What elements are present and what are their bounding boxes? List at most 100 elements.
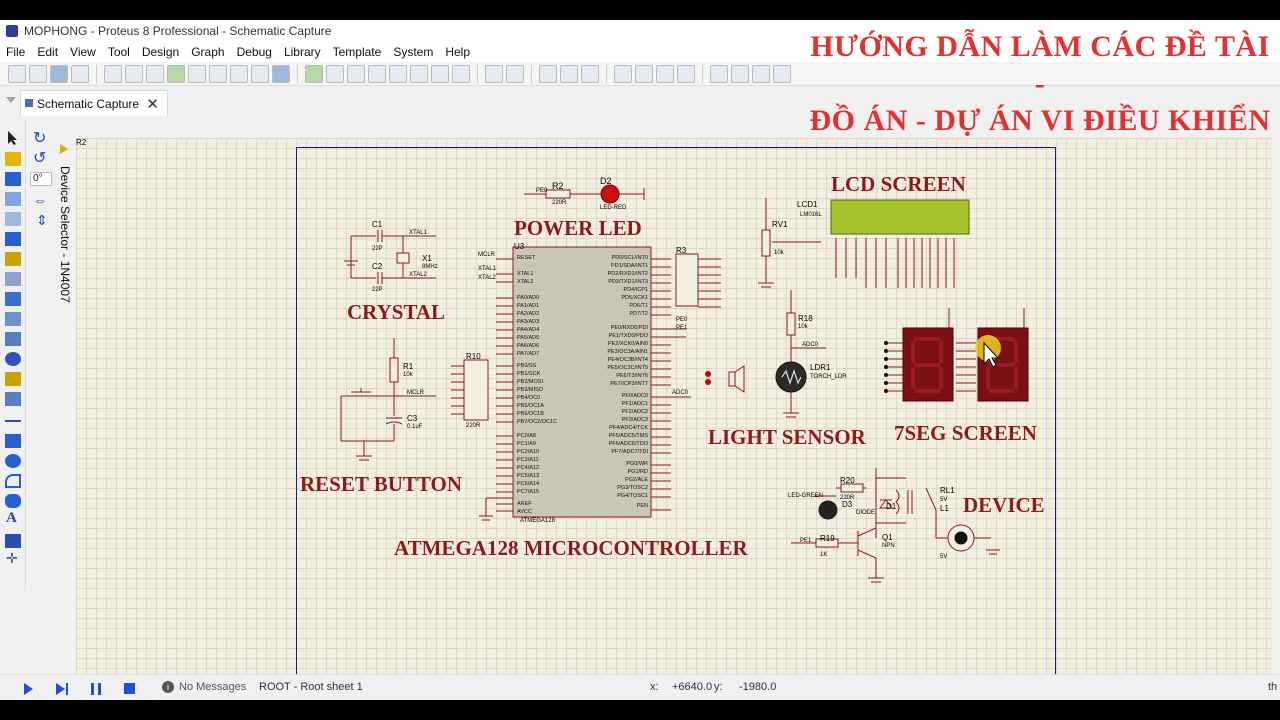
label-7seg: 7SEG SCREEN bbox=[894, 421, 1037, 445]
component-mode-icon[interactable] bbox=[5, 152, 21, 166]
mcu-pin: PD4/ICP1 bbox=[623, 287, 648, 293]
mcu-pin: PC1/A9 bbox=[517, 441, 536, 447]
rotate-anticlockwise-icon[interactable]: ↺ bbox=[33, 148, 46, 168]
selection-mode-icon[interactable] bbox=[5, 130, 21, 146]
menu-library[interactable]: Library bbox=[278, 45, 327, 59]
zoom-out-icon[interactable] bbox=[410, 64, 428, 83]
tape-recorder-icon[interactable] bbox=[5, 332, 21, 346]
undo-icon[interactable] bbox=[485, 64, 503, 83]
home-icon[interactable] bbox=[104, 64, 122, 83]
paste-icon[interactable] bbox=[581, 64, 599, 83]
refresh-icon[interactable] bbox=[305, 64, 323, 83]
block-rotate-icon[interactable] bbox=[656, 64, 674, 83]
u3-ref: U3 bbox=[514, 242, 525, 251]
device-selector-panel[interactable]: Device Selector - 1N4007 bbox=[56, 138, 76, 698]
save-icon[interactable] bbox=[50, 64, 68, 83]
box-tool-icon[interactable] bbox=[5, 434, 21, 448]
menu-design[interactable]: Design bbox=[136, 45, 185, 59]
pause-simulation-icon[interactable] bbox=[91, 683, 101, 695]
pan-icon[interactable] bbox=[368, 64, 386, 83]
packaging-icon[interactable] bbox=[752, 64, 770, 83]
rotation-angle-field[interactable]: 0° bbox=[30, 172, 52, 186]
pcb-icon[interactable] bbox=[146, 64, 164, 83]
pick-device-icon[interactable] bbox=[710, 64, 728, 83]
mcu-pin: PF7/ADC7/TDI bbox=[611, 449, 648, 455]
block-delete-icon[interactable] bbox=[677, 64, 695, 83]
toolbar-divider bbox=[606, 64, 607, 83]
3d-view-icon[interactable] bbox=[188, 64, 206, 83]
arc-tool-icon[interactable] bbox=[5, 474, 21, 488]
bom-icon[interactable] bbox=[209, 64, 227, 83]
buses-icon[interactable] bbox=[5, 232, 21, 246]
play-simulation-icon[interactable] bbox=[24, 683, 33, 695]
menu-tool[interactable]: Tool bbox=[102, 45, 136, 59]
schematic-icon[interactable] bbox=[125, 64, 143, 83]
menu-graph[interactable]: Graph bbox=[185, 45, 230, 59]
device-pins-icon[interactable] bbox=[5, 292, 21, 306]
generator-icon[interactable] bbox=[5, 352, 21, 366]
graph-mode-icon[interactable] bbox=[5, 312, 21, 326]
help-icon[interactable] bbox=[272, 64, 290, 83]
mcu-pin: PA5/AD5 bbox=[517, 335, 540, 341]
make-device-icon[interactable] bbox=[731, 64, 749, 83]
import-icon[interactable] bbox=[71, 64, 89, 83]
block-move-icon[interactable] bbox=[635, 64, 653, 83]
menu-edit[interactable]: Edit bbox=[31, 45, 64, 59]
messages-status[interactable]: No Messages bbox=[179, 681, 246, 693]
design-notes-icon[interactable] bbox=[251, 64, 269, 83]
mcu-pin: PE6/T3/INT6 bbox=[616, 373, 648, 379]
menu-template[interactable]: Template bbox=[327, 45, 388, 59]
open-folder-icon[interactable] bbox=[29, 64, 47, 83]
symbol-tool-icon[interactable] bbox=[5, 534, 21, 548]
device-selector-label: Device Selector - 1N4007 bbox=[58, 166, 72, 303]
origin-icon[interactable] bbox=[347, 64, 365, 83]
probe-icon[interactable] bbox=[5, 372, 21, 386]
pe1-mcu-net: PE1 bbox=[676, 325, 688, 331]
grid-icon[interactable] bbox=[326, 64, 344, 83]
proteus-logo-icon bbox=[6, 25, 18, 37]
menu-system[interactable]: System bbox=[387, 45, 439, 59]
menu-view[interactable]: View bbox=[64, 45, 102, 59]
stop-simulation-icon[interactable] bbox=[124, 683, 135, 694]
mirror-vertical-icon[interactable]: ⇕ bbox=[36, 212, 48, 229]
mcu-pin: PC3/A11 bbox=[517, 457, 539, 463]
wire-label-icon[interactable] bbox=[5, 192, 21, 206]
r2-value: 220R bbox=[552, 200, 567, 206]
menu-file[interactable]: File bbox=[0, 45, 31, 59]
source-code-icon[interactable] bbox=[230, 64, 248, 83]
zoom-in-icon[interactable] bbox=[389, 64, 407, 83]
block-copy-icon[interactable] bbox=[614, 64, 632, 83]
zoom-area-icon[interactable] bbox=[452, 64, 470, 83]
mirror-horizontal-icon[interactable]: ⇔ bbox=[33, 192, 47, 208]
messages-info-icon[interactable]: i bbox=[162, 681, 174, 693]
mcu-pin: AVCC bbox=[517, 509, 532, 515]
circle-tool-icon[interactable] bbox=[5, 454, 21, 468]
mcu-pin: PC7/A15 bbox=[517, 489, 540, 495]
r18-value: 10k bbox=[798, 324, 808, 330]
rl1-value: 5V bbox=[940, 497, 948, 503]
cut-icon[interactable] bbox=[539, 64, 557, 83]
path-tool-icon[interactable] bbox=[5, 494, 21, 508]
new-file-icon[interactable] bbox=[8, 64, 26, 83]
copy-icon[interactable] bbox=[560, 64, 578, 83]
schematic-canvas[interactable]: POWER LED CRYSTAL RESET BUTTON ATMEGA128… bbox=[76, 138, 1272, 694]
subcircuit-icon[interactable] bbox=[5, 252, 21, 266]
line-tool-icon[interactable] bbox=[5, 420, 21, 422]
label-reset-button: RESET BUTTON bbox=[300, 472, 463, 496]
rotate-clockwise-icon[interactable]: ↻ bbox=[33, 128, 46, 148]
redo-icon[interactable] bbox=[506, 64, 524, 83]
text-script-icon[interactable] bbox=[5, 212, 21, 226]
menu-debug[interactable]: Debug bbox=[231, 45, 278, 59]
virtual-instruments-icon[interactable] bbox=[5, 392, 21, 406]
terminals-icon[interactable] bbox=[5, 272, 21, 286]
menu-help[interactable]: Help bbox=[439, 45, 476, 59]
marker-tool-icon[interactable]: ✛ bbox=[6, 550, 18, 567]
step-simulation-icon[interactable] bbox=[56, 683, 65, 695]
zoom-all-icon[interactable] bbox=[431, 64, 449, 83]
tab-schematic-capture[interactable]: Schematic Capture ✕ bbox=[20, 90, 168, 116]
decompose-icon[interactable] bbox=[773, 64, 791, 83]
junction-mode-icon[interactable] bbox=[5, 172, 21, 186]
close-tab-icon[interactable]: ✕ bbox=[146, 95, 159, 113]
gerber-icon[interactable] bbox=[167, 64, 185, 83]
text-tool-icon[interactable]: A bbox=[6, 510, 17, 527]
